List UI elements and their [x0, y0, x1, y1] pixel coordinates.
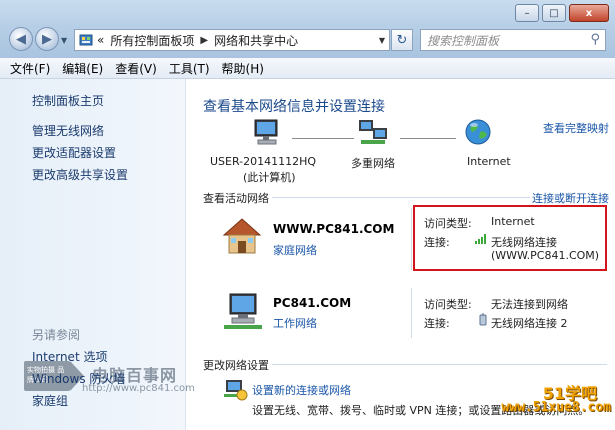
vertical-divider	[411, 208, 412, 270]
refresh-button[interactable]: ↻	[391, 29, 413, 51]
breadcrumb-all-items[interactable]: 所有控制面板项	[110, 32, 194, 49]
menu-help[interactable]: 帮助(H)	[222, 60, 264, 77]
this-computer-name: USER-20141112HQ	[210, 155, 317, 168]
back-arrow-icon: ◀	[16, 31, 26, 47]
vertical-divider	[411, 288, 412, 338]
menu-edit[interactable]: 编辑(E)	[62, 60, 103, 77]
full-map-link[interactable]: 查看完整映射	[543, 120, 609, 136]
network-2-type-link[interactable]: 工作网络	[273, 315, 317, 331]
forward-arrow-icon: ▶	[42, 31, 52, 47]
multiple-networks-icon[interactable]	[357, 118, 391, 148]
address-dropdown-icon[interactable]: ▼	[379, 36, 385, 45]
sidebar-internet-options[interactable]: Internet 选项	[32, 348, 107, 365]
search-placeholder: 搜索控制面板	[427, 33, 500, 48]
recent-pages-dropdown[interactable]: ▼	[61, 36, 67, 45]
sidebar-homegroup[interactable]: 家庭组	[32, 392, 68, 409]
wireless-adapter-icon	[479, 313, 487, 326]
search-input[interactable]: 搜索控制面板 ⚲	[420, 29, 606, 51]
connect-disconnect-link[interactable]: 连接或断开连接	[532, 190, 609, 206]
maximize-button[interactable]: □	[542, 4, 566, 22]
menu-bar: 文件(F) 编辑(E) 查看(V) 工具(T) 帮助(H)	[0, 58, 615, 79]
forward-button[interactable]: ▶	[35, 27, 59, 51]
connection-line	[400, 138, 456, 139]
globe-icon[interactable]	[464, 118, 492, 146]
work-network-icon	[224, 293, 262, 329]
refresh-icon: ↻	[396, 32, 408, 48]
menu-tools[interactable]: 工具(T)	[169, 60, 210, 77]
sidebar-advanced-sharing[interactable]: 更改高级共享设置	[32, 166, 128, 183]
home-network-icon	[222, 218, 262, 254]
breadcrumb-separator[interactable]: ▶	[200, 35, 208, 46]
change-settings-label: 更改网络设置	[203, 359, 269, 372]
section-divider	[272, 197, 530, 198]
setup-new-connection-link[interactable]: 设置新的连接或网络	[252, 382, 351, 398]
internet-label: Internet	[467, 155, 511, 168]
menu-file[interactable]: 文件(F)	[10, 60, 50, 77]
network-2-connection-key: 连接:	[424, 317, 450, 330]
connection-line	[292, 138, 354, 139]
menu-view[interactable]: 查看(V)	[115, 60, 157, 77]
close-button[interactable]: x	[569, 4, 609, 22]
page-title: 查看基本网络信息并设置连接	[203, 99, 385, 115]
site-watermark: 51学吧 www.51xue8.com	[501, 380, 615, 430]
network-1-name: WWW.PC841.COM	[273, 222, 395, 236]
network-2-name: PC841.COM	[273, 296, 352, 310]
control-panel-icon	[79, 34, 93, 46]
active-networks-label: 查看活动网络	[203, 192, 269, 205]
see-also-label: 另请参阅	[32, 328, 81, 342]
breadcrumb-network-center[interactable]: 网络和共享中心	[214, 32, 298, 49]
sidebar-windows-firewall[interactable]: Windows 防火墙	[32, 370, 125, 387]
back-button[interactable]: ◀	[9, 27, 33, 51]
network-2-connection-link[interactable]: 无线网络连接 2	[491, 315, 568, 331]
network-2-access-value: 无法连接到网络	[491, 298, 568, 311]
highlight-box	[413, 205, 607, 271]
network-1-type-link[interactable]: 家庭网络	[273, 242, 317, 258]
address-bar[interactable]: « 所有控制面板项 ▶ 网络和共享中心 ▼	[74, 29, 390, 51]
sidebar-adapter-settings[interactable]: 更改适配器设置	[32, 144, 116, 161]
new-connection-icon	[224, 380, 248, 401]
multiple-networks-label: 多重网络	[351, 157, 395, 170]
this-computer-sub: (此计算机)	[243, 171, 296, 184]
address-prefix[interactable]: «	[97, 33, 104, 47]
section-divider	[272, 364, 607, 365]
site-watermark-url: www.51xue8.com	[501, 400, 611, 415]
search-icon[interactable]: ⚲	[590, 32, 600, 47]
window-controls: – □ x	[515, 4, 609, 22]
sidebar-manage-wireless[interactable]: 管理无线网络	[32, 122, 104, 139]
network-2-access-key: 访问类型:	[424, 298, 472, 311]
minimize-button[interactable]: –	[515, 4, 539, 22]
computer-icon	[254, 119, 278, 145]
sidebar-control-panel-home[interactable]: 控制面板主页	[32, 92, 104, 109]
title-bar: – □ x ◀ ▶ ▼ « 所有控制面板项 ▶ 网络和共享中心 ▼ ↻ 搜索控制…	[0, 0, 615, 58]
sidebar: 控制面板主页 管理无线网络 更改适配器设置 更改高级共享设置 实物拍摄 品牌公司…	[0, 79, 195, 430]
